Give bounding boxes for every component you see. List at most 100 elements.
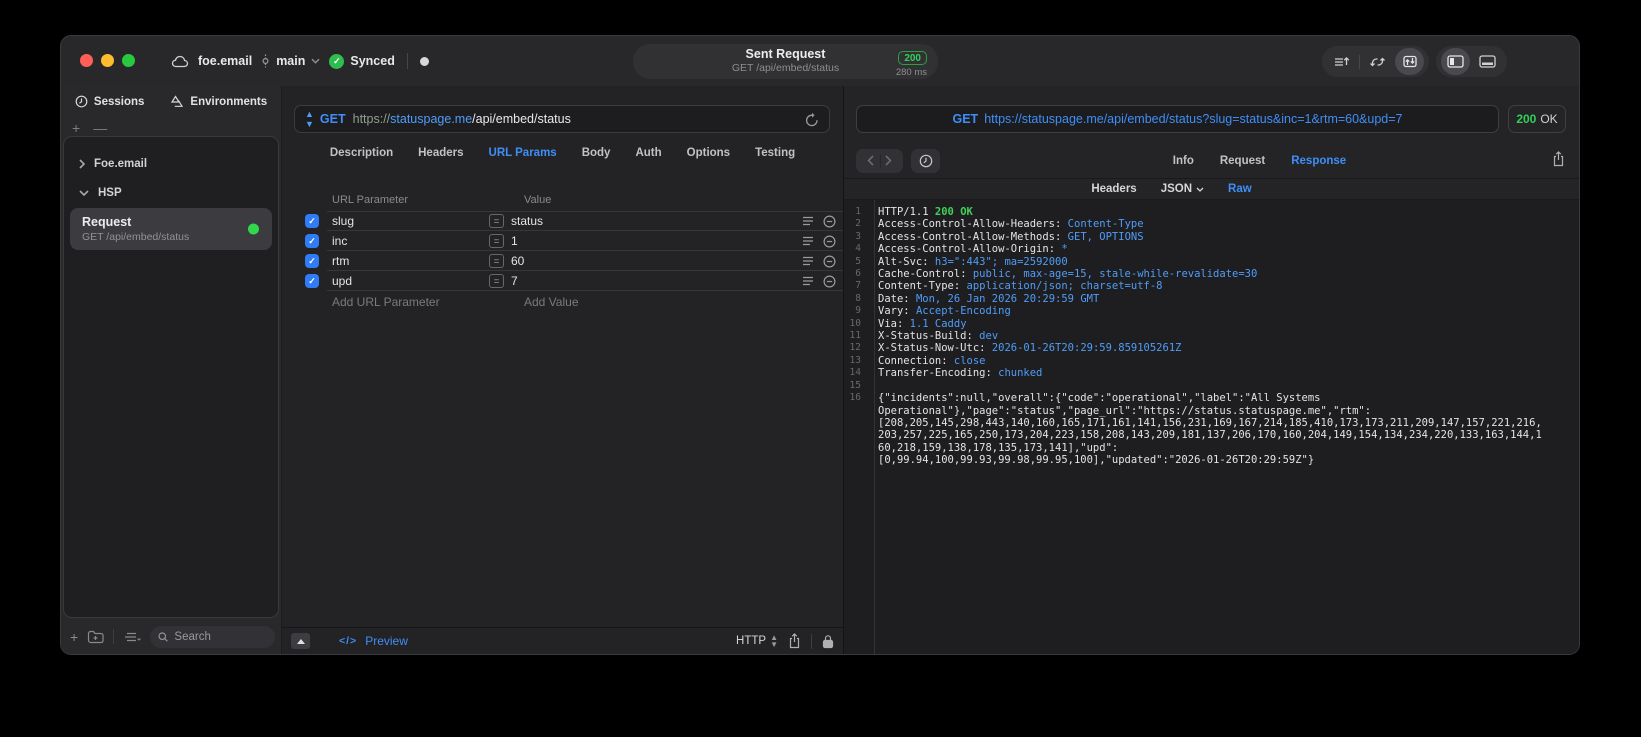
response-line-4: 4 Access-Control-Allow-Origin: *: [844, 243, 1579, 255]
param-name[interactable]: slug: [332, 214, 489, 228]
tree-item-foe-email[interactable]: Foe.email: [64, 149, 278, 178]
flow-sync-button[interactable]: [1363, 48, 1392, 75]
sent-request-status: 200 280 ms: [896, 48, 927, 78]
param-checkbox[interactable]: ✓: [305, 214, 319, 228]
search-input[interactable]: [174, 630, 267, 643]
param-name[interactable]: upd: [332, 274, 489, 288]
param-name[interactable]: rtm: [332, 254, 489, 268]
response-tab-response[interactable]: Response: [1291, 155, 1346, 167]
sidebar-search[interactable]: [150, 625, 275, 648]
param-checkbox[interactable]: ✓: [305, 274, 319, 288]
add-value-placeholder[interactable]: Add Value: [524, 295, 579, 309]
sync-status[interactable]: ✓ Synced: [329, 53, 395, 69]
request-tab-options[interactable]: Options: [687, 147, 730, 159]
response-body[interactable]: 1 HTTP/1.1 200 OK 2 Access-Control-Allow-He…: [844, 200, 1579, 654]
param-row-rtm[interactable]: ✓ rtm = 60: [282, 251, 843, 271]
expand-panel-button[interactable]: [291, 633, 310, 649]
param-options-icon[interactable]: [802, 256, 814, 266]
request-method[interactable]: GET: [320, 112, 346, 126]
response-line-10: 10 Via: 1.1 Caddy: [844, 318, 1579, 330]
request-tab-description[interactable]: Description: [330, 147, 393, 159]
param-row-slug[interactable]: ✓ slug = status: [282, 211, 843, 231]
share-icon[interactable]: [788, 633, 801, 649]
cloud-icon: [171, 55, 189, 68]
preview-label: Preview: [365, 634, 408, 648]
param-value[interactable]: 1: [511, 234, 802, 248]
remove-param-icon[interactable]: [823, 274, 836, 288]
url-host: statuspage.me: [390, 112, 473, 126]
sort-list-button[interactable]: [1327, 48, 1356, 75]
back-button[interactable]: [867, 155, 874, 166]
param-name[interactable]: inc: [332, 234, 489, 248]
add-session-button[interactable]: +: [72, 120, 80, 136]
param-options-icon[interactable]: [802, 216, 814, 226]
remove-param-icon[interactable]: [823, 254, 836, 268]
line-text: Date: Mon, 26 Jan 2026 20:29:59 GMT: [878, 292, 1100, 305]
request-tab-url-params[interactable]: URL Params: [489, 147, 557, 159]
tree-item-hsp[interactable]: HSP: [64, 178, 278, 207]
request-duration: 280 ms: [895, 67, 927, 78]
tab-sessions[interactable]: Sessions: [75, 95, 144, 108]
param-checkbox[interactable]: ✓: [305, 234, 319, 248]
import-export-button[interactable]: [1395, 48, 1424, 75]
remove-param-icon[interactable]: [823, 234, 836, 248]
request-tab-body[interactable]: Body: [582, 147, 611, 159]
sort-options-button[interactable]: [123, 631, 142, 643]
param-checkbox[interactable]: ✓: [305, 254, 319, 268]
param-options-icon[interactable]: [802, 236, 814, 246]
request-url[interactable]: https://statuspage.me/api/embed/status: [353, 112, 571, 126]
toggle-left-panel-button[interactable]: [1441, 48, 1470, 75]
updown-chevrons-icon: ▲ ▼: [770, 633, 778, 649]
equals-icon: =: [489, 254, 504, 268]
close-window-button[interactable]: [80, 54, 93, 67]
response-subtab-headers[interactable]: Headers: [1091, 183, 1136, 195]
project-name[interactable]: foe.email: [198, 54, 252, 68]
sidebar-request-item[interactable]: Request GET /api/embed/status: [70, 208, 272, 250]
param-value[interactable]: status: [511, 214, 802, 228]
toggle-bottom-panel-button[interactable]: [1473, 48, 1502, 75]
line-number: 15: [849, 379, 861, 391]
remove-param-icon[interactable]: [823, 214, 836, 228]
method-dropdown-icon[interactable]: ▲ ▼: [305, 109, 314, 129]
param-options-icon[interactable]: [802, 276, 814, 286]
response-subtab-json[interactable]: JSON: [1161, 183, 1204, 195]
request-tabs: Description Headers URL Params Body Auth Opti…: [282, 147, 843, 159]
param-row-inc[interactable]: ✓ inc = 1: [282, 231, 843, 251]
line-number: 5: [855, 255, 861, 267]
tab-environments[interactable]: Environments: [170, 95, 267, 108]
sent-request-url[interactable]: GET https://statuspage.me/api/embed/stat…: [856, 105, 1499, 133]
request-item-subtitle: GET /api/embed/status: [82, 231, 190, 243]
request-tab-testing[interactable]: Testing: [755, 147, 795, 159]
sent-request-title: Sent Request: [745, 47, 826, 61]
add-url-parameter-placeholder[interactable]: Add URL Parameter: [332, 295, 524, 309]
forward-button[interactable]: [885, 155, 892, 166]
zoom-window-button[interactable]: [122, 54, 135, 67]
request-url-bar[interactable]: ▲ ▼ GET https://statuspage.me/api/embed/s…: [294, 105, 830, 133]
preview-button[interactable]: </> Preview: [339, 634, 408, 648]
params-table-header: URL Parameter Value: [282, 194, 843, 211]
response-tab-request[interactable]: Request: [1220, 155, 1265, 167]
sent-request-capsule[interactable]: Sent Request GET /api/embed/status 200 2…: [633, 44, 938, 79]
branch-selector[interactable]: main: [261, 54, 320, 68]
minimize-window-button[interactable]: [101, 54, 114, 67]
export-response-button[interactable]: [1552, 151, 1565, 167]
new-request-button[interactable]: +: [70, 630, 78, 644]
request-tab-headers[interactable]: Headers: [418, 147, 463, 159]
response-subtab-raw[interactable]: Raw: [1228, 183, 1252, 195]
resend-request-button[interactable]: [805, 112, 819, 127]
response-tab-info[interactable]: Info: [1173, 155, 1194, 167]
response-url-text: https://statuspage.me/api/embed/status?s…: [984, 112, 1403, 126]
protocol-selector[interactable]: HTTP ▲ ▼: [736, 633, 778, 649]
equals-icon: =: [489, 214, 504, 228]
new-folder-button[interactable]: [87, 630, 104, 644]
add-param-row[interactable]: Add URL Parameter Add Value: [282, 291, 843, 312]
line-number: 16: [849, 392, 861, 404]
response-panel: GET https://statuspage.me/api/embed/stat…: [844, 86, 1579, 654]
param-row-upd[interactable]: ✓ upd = 7: [282, 271, 843, 291]
param-value[interactable]: 7: [511, 274, 802, 288]
sidebar-add-remove: + —: [72, 120, 107, 136]
request-tab-auth[interactable]: Auth: [635, 147, 661, 159]
remove-session-button[interactable]: —: [93, 120, 107, 136]
search-icon: [158, 631, 168, 642]
param-value[interactable]: 60: [511, 254, 802, 268]
